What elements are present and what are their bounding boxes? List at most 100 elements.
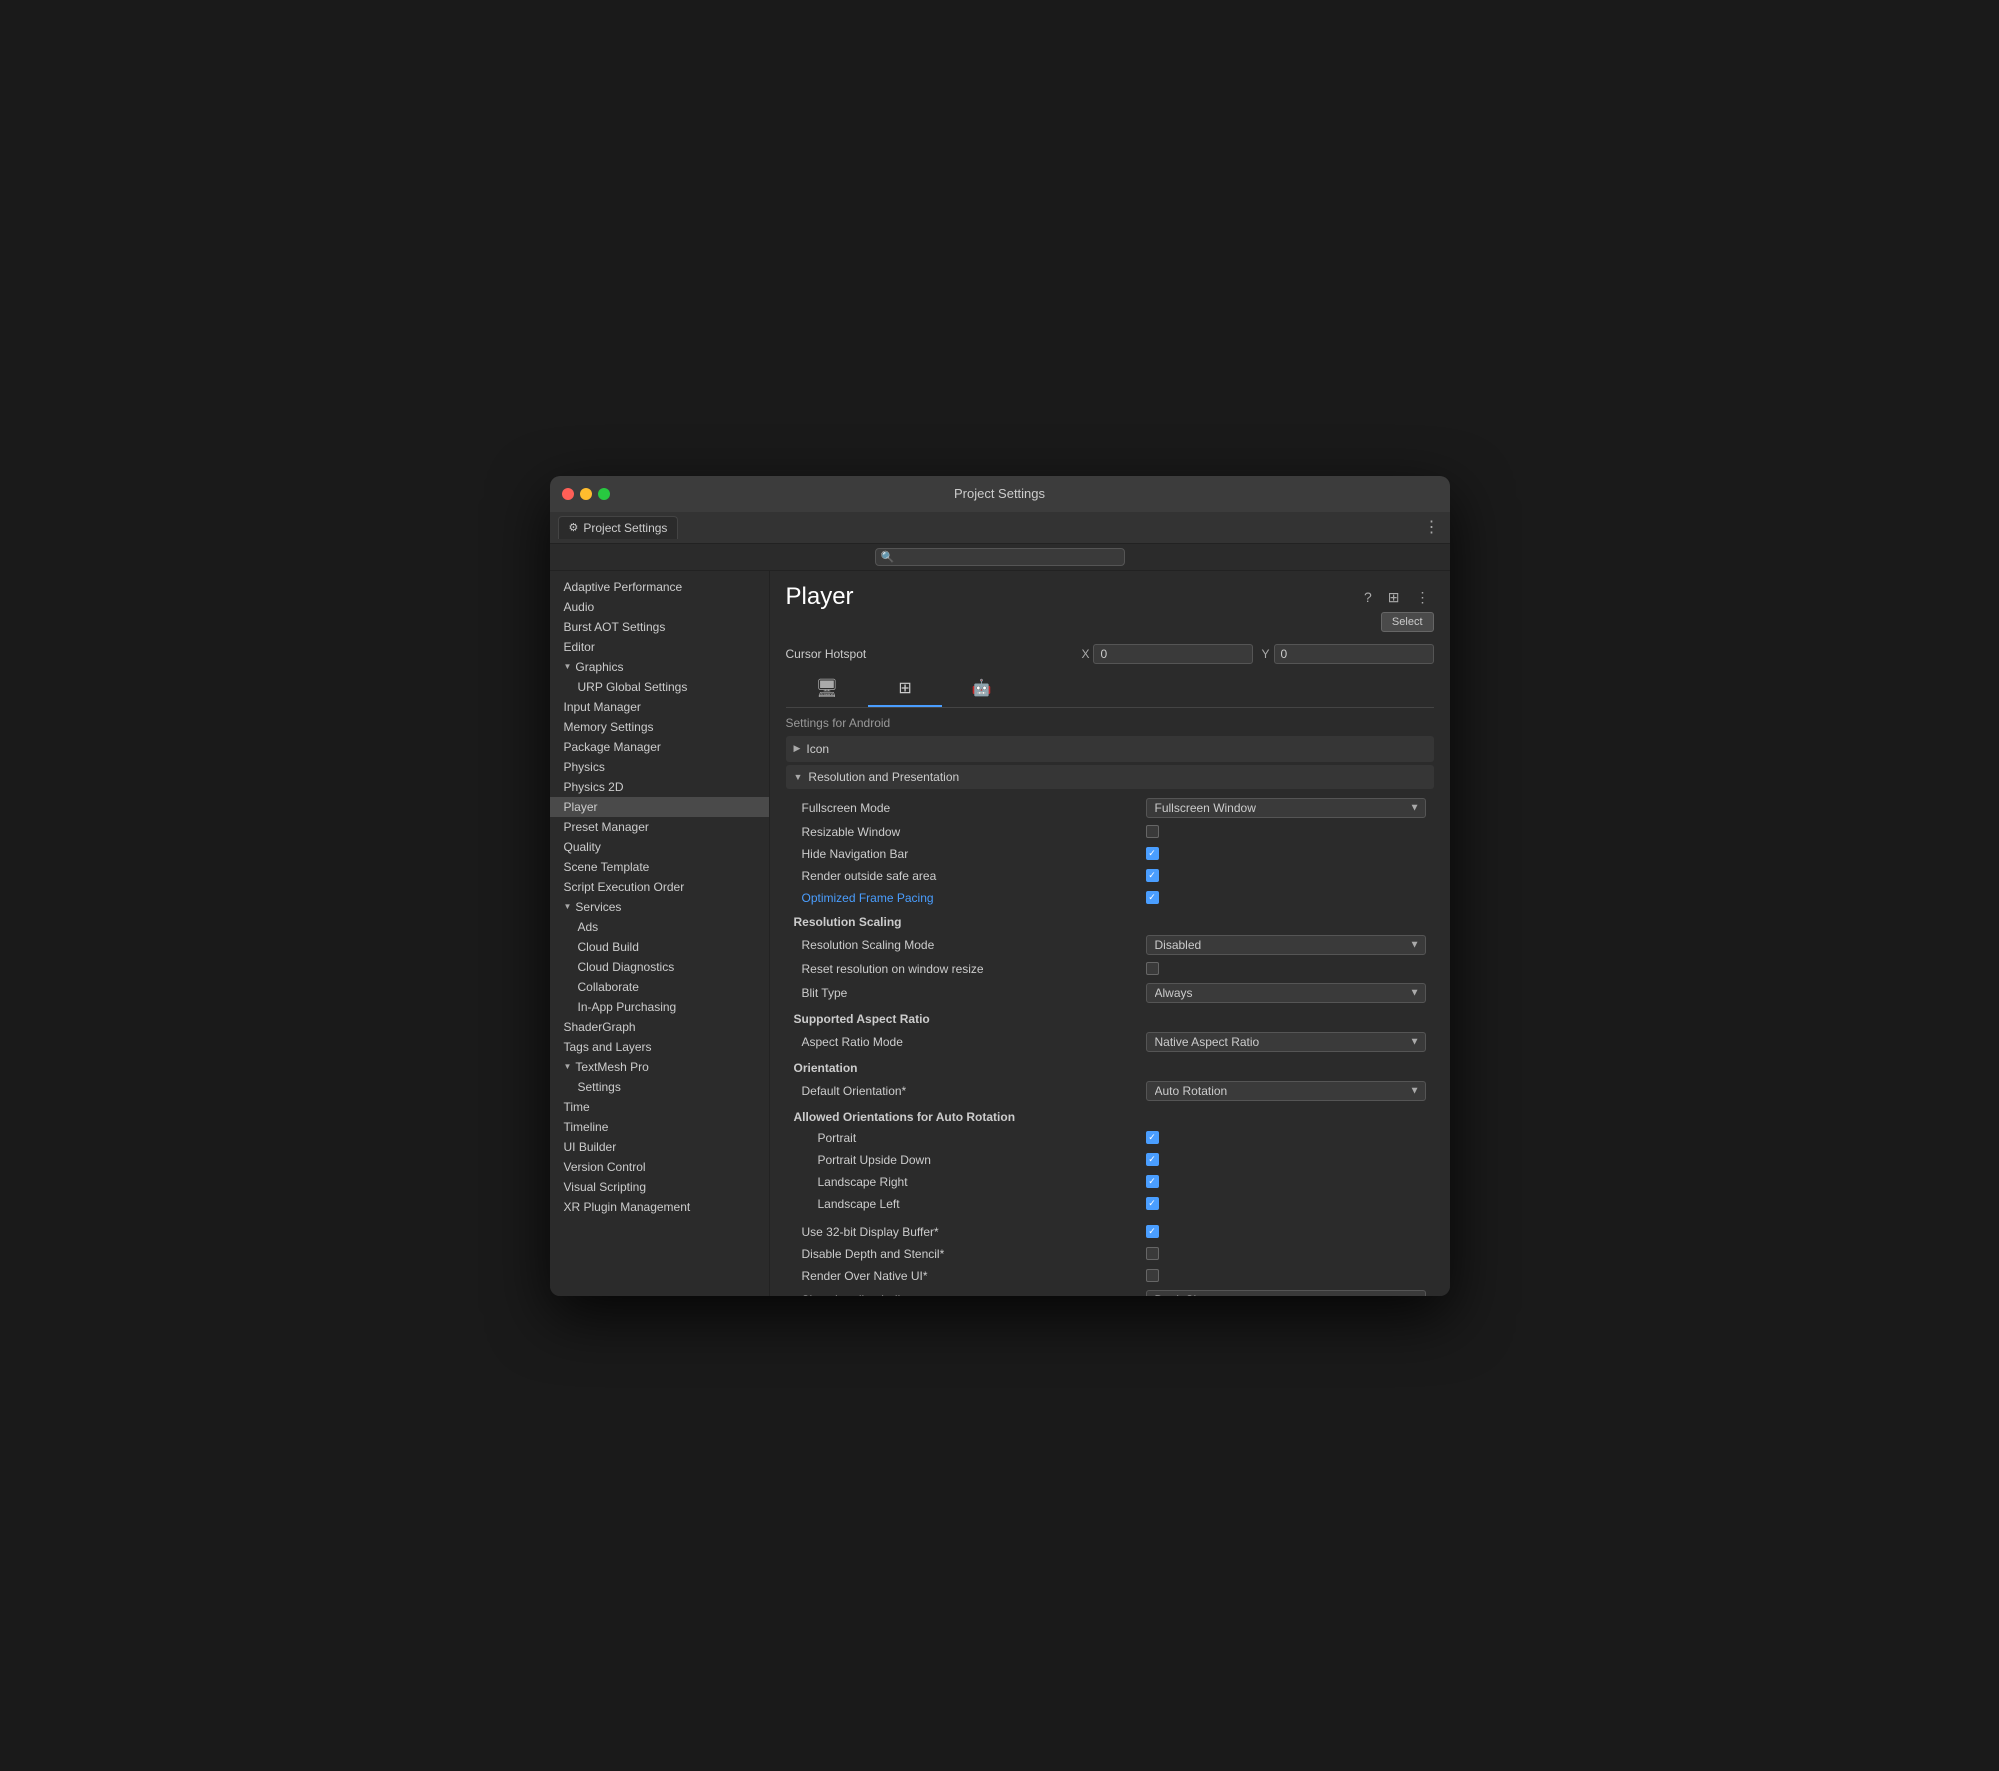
- sidebar-item-in-app-purchasing[interactable]: In-App Purchasing: [550, 997, 769, 1017]
- portrait-checkbox[interactable]: [1146, 1131, 1159, 1144]
- sidebar-item-time[interactable]: Time: [550, 1097, 769, 1117]
- sidebar-item-physics-2d[interactable]: Physics 2D: [550, 777, 769, 797]
- sidebar-item-audio[interactable]: Audio: [550, 597, 769, 617]
- use-32bit-checkbox[interactable]: [1146, 1225, 1159, 1238]
- android-platform-tab[interactable]: 🤖: [942, 672, 1022, 707]
- scaling-mode-dropdown-wrap: Disabled Fixed DPI Physical Device DPI ▼: [1146, 935, 1426, 955]
- resolution-section-header[interactable]: ▼ Resolution and Presentation: [786, 765, 1434, 789]
- disable-depth-value: [1146, 1247, 1426, 1260]
- minimize-button[interactable]: [580, 488, 592, 500]
- resolution-scaling-header: Resolution Scaling: [786, 909, 1434, 932]
- header-icons: ? ⊞ ⋮: [1360, 583, 1434, 608]
- landscape-left-label: Landscape Left: [794, 1197, 1146, 1211]
- landscape-left-checkbox[interactable]: [1146, 1197, 1159, 1210]
- y-coord-pair: Y: [1261, 644, 1433, 664]
- use-32bit-value: [1146, 1225, 1426, 1238]
- settings-for-label: Settings for Android: [786, 716, 1434, 730]
- page-title: Player: [786, 583, 854, 611]
- render-outside-label: Render outside safe area: [794, 869, 1146, 883]
- show-loading-dropdown-wrap: Don't Show Show ▼: [1146, 1290, 1426, 1296]
- sidebar-item-player[interactable]: Player: [550, 797, 769, 817]
- sidebar-item-quality[interactable]: Quality: [550, 837, 769, 857]
- sidebar-item-editor[interactable]: Editor: [550, 637, 769, 657]
- render-outside-checkbox[interactable]: [1146, 869, 1159, 882]
- sidebar-item-xr-plugin[interactable]: XR Plugin Management: [550, 1197, 769, 1217]
- sidebar-item-collaborate[interactable]: Collaborate: [550, 977, 769, 997]
- fullscreen-mode-select[interactable]: Fullscreen Window Windowed Exclusive Ful…: [1146, 798, 1426, 818]
- fullscreen-mode-label: Fullscreen Mode: [794, 801, 1146, 815]
- reset-resolution-checkbox[interactable]: [1146, 962, 1159, 975]
- aspect-ratio-select[interactable]: Native Aspect Ratio Legacy Wide Screen (…: [1146, 1032, 1426, 1052]
- select-button[interactable]: Select: [1381, 612, 1434, 632]
- sidebar-item-timeline[interactable]: Timeline: [550, 1117, 769, 1137]
- desktop-platform-tab[interactable]: 🖥: [786, 672, 869, 707]
- hide-nav-bar-value: [1146, 847, 1426, 860]
- default-orientation-select[interactable]: Auto Rotation Portrait Portrait Upside D…: [1146, 1081, 1426, 1101]
- tabs-more-button[interactable]: ⋮: [1424, 517, 1440, 537]
- sidebar-item-urp-global[interactable]: URP Global Settings: [550, 677, 769, 697]
- close-button[interactable]: [562, 488, 574, 500]
- sidebar-item-textmesh-pro[interactable]: ▼ TextMesh Pro: [550, 1057, 769, 1077]
- resolution-section-title: Resolution and Presentation: [808, 770, 959, 784]
- maximize-button[interactable]: [598, 488, 610, 500]
- aspect-ratio-dropdown-wrap: Native Aspect Ratio Legacy Wide Screen (…: [1146, 1032, 1426, 1052]
- sidebar-item-version-control[interactable]: Version Control: [550, 1157, 769, 1177]
- sidebar-item-physics[interactable]: Physics: [550, 757, 769, 777]
- sidebar-item-shader-graph[interactable]: ShaderGraph: [550, 1017, 769, 1037]
- render-over-native-checkbox[interactable]: [1146, 1269, 1159, 1282]
- tablet-platform-tab[interactable]: ⊞: [868, 672, 941, 707]
- scaling-mode-select[interactable]: Disabled Fixed DPI Physical Device DPI: [1146, 935, 1426, 955]
- icon-section-header[interactable]: ▶ Icon: [786, 736, 1434, 762]
- scaling-mode-value: Disabled Fixed DPI Physical Device DPI ▼: [1146, 935, 1426, 955]
- tabs-bar: ⚙ Project Settings ⋮: [550, 512, 1450, 544]
- sidebar-item-package-manager[interactable]: Package Manager: [550, 737, 769, 757]
- sidebar-item-services[interactable]: ▼ Services: [550, 897, 769, 917]
- show-loading-select[interactable]: Don't Show Show: [1146, 1290, 1426, 1296]
- show-loading-row: Show Loading Indicator Don't Show Show ▼: [786, 1287, 1434, 1296]
- sidebar-item-preset-manager[interactable]: Preset Manager: [550, 817, 769, 837]
- hide-nav-bar-checkbox[interactable]: [1146, 847, 1159, 860]
- sidebar-item-adaptive-performance[interactable]: Adaptive Performance: [550, 577, 769, 597]
- render-over-native-label: Render Over Native UI*: [794, 1269, 1146, 1283]
- scaling-mode-label: Resolution Scaling Mode: [794, 938, 1146, 952]
- portrait-upside-down-checkbox[interactable]: [1146, 1153, 1159, 1166]
- sidebar-item-cloud-diagnostics[interactable]: Cloud Diagnostics: [550, 957, 769, 977]
- sidebar-item-memory-settings[interactable]: Memory Settings: [550, 717, 769, 737]
- help-button[interactable]: ?: [1360, 587, 1376, 607]
- landscape-right-checkbox[interactable]: [1146, 1175, 1159, 1188]
- resizable-window-row: Resizable Window: [786, 821, 1434, 843]
- portrait-label: Portrait: [794, 1131, 1146, 1145]
- blit-type-select[interactable]: Always Never Auto: [1146, 983, 1426, 1003]
- landscape-right-value: [1146, 1175, 1426, 1188]
- sidebar-item-graphics[interactable]: ▼ Graphics: [550, 657, 769, 677]
- sidebar: Adaptive Performance Audio Burst AOT Set…: [550, 571, 770, 1296]
- cursor-x-input[interactable]: [1093, 644, 1253, 664]
- search-input[interactable]: [875, 548, 1125, 566]
- more-options-button[interactable]: ⋮: [1412, 587, 1434, 608]
- sidebar-item-ui-builder[interactable]: UI Builder: [550, 1137, 769, 1157]
- disable-depth-checkbox[interactable]: [1146, 1247, 1159, 1260]
- layout-button[interactable]: ⊞: [1384, 587, 1404, 608]
- resizable-window-checkbox[interactable]: [1146, 825, 1159, 838]
- sidebar-item-tags-and-layers[interactable]: Tags and Layers: [550, 1037, 769, 1057]
- project-settings-tab[interactable]: ⚙ Project Settings: [558, 516, 679, 539]
- optimized-frame-checkbox[interactable]: [1146, 891, 1159, 904]
- cursor-y-input[interactable]: [1274, 644, 1434, 664]
- show-loading-label: Show Loading Indicator: [794, 1293, 1146, 1296]
- sidebar-item-ads[interactable]: Ads: [550, 917, 769, 937]
- sidebar-item-visual-scripting[interactable]: Visual Scripting: [550, 1177, 769, 1197]
- disable-depth-row: Disable Depth and Stencil*: [786, 1243, 1434, 1265]
- content-header: Player ? ⊞ ⋮ Select: [770, 571, 1450, 640]
- sidebar-item-textmesh-settings[interactable]: Settings: [550, 1077, 769, 1097]
- sidebar-item-cloud-build[interactable]: Cloud Build: [550, 937, 769, 957]
- orientation-header: Orientation: [786, 1055, 1434, 1078]
- sidebar-item-script-execution[interactable]: Script Execution Order: [550, 877, 769, 897]
- textmesh-label: TextMesh Pro: [575, 1060, 648, 1074]
- content-area: Player ? ⊞ ⋮ Select Cursor Hotspot X: [770, 571, 1450, 1296]
- blit-type-value: Always Never Auto ▼: [1146, 983, 1426, 1003]
- sidebar-item-input-manager[interactable]: Input Manager: [550, 697, 769, 717]
- sidebar-item-scene-template[interactable]: Scene Template: [550, 857, 769, 877]
- sidebar-item-burst-aot[interactable]: Burst AOT Settings: [550, 617, 769, 637]
- textmesh-triangle: ▼: [564, 1062, 572, 1071]
- blit-type-label: Blit Type: [794, 986, 1146, 1000]
